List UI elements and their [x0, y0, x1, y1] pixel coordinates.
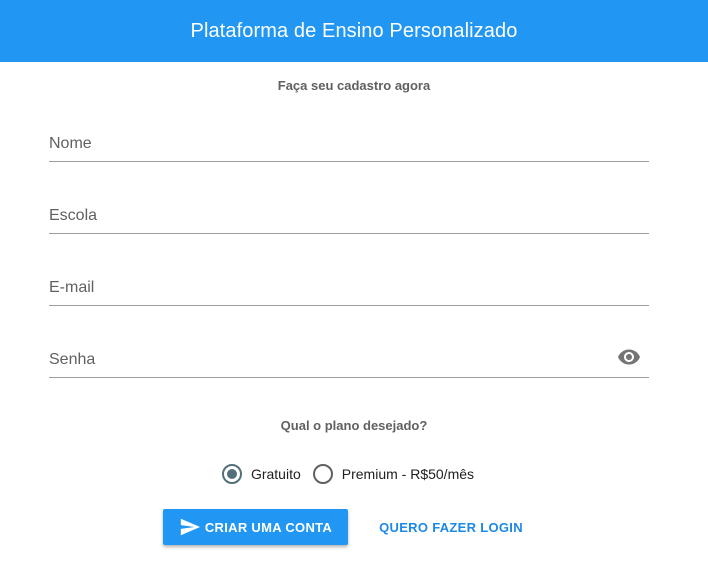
- plan-radio-group: Gratuito Premium - R$50/mês: [0, 464, 708, 484]
- password-field: [49, 338, 649, 378]
- school-input[interactable]: [49, 205, 649, 227]
- plan-option-label: Gratuito: [250, 466, 301, 482]
- email-input[interactable]: [49, 277, 649, 299]
- radio-unchecked-icon[interactable]: [312, 464, 333, 484]
- school-field: [49, 194, 649, 234]
- radio-checked-icon[interactable]: [221, 464, 242, 484]
- password-input[interactable]: [49, 349, 649, 371]
- plan-option-free[interactable]: Gratuito: [221, 464, 301, 484]
- name-input[interactable]: [49, 133, 649, 155]
- app-bar: Plataforma de Ensino Personalizado: [0, 0, 708, 62]
- create-account-button[interactable]: CRIAR UMA CONTA: [163, 509, 348, 545]
- plan-option-premium[interactable]: Premium - R$50/mês: [312, 464, 475, 484]
- email-field: [49, 266, 649, 306]
- login-button[interactable]: QUERO FAZER LOGIN: [371, 509, 531, 545]
- login-label: QUERO FAZER LOGIN: [379, 519, 523, 535]
- name-field: [49, 122, 649, 162]
- plan-option-label: Premium - R$50/mês: [341, 466, 475, 482]
- plan-question: Qual o plano desejado?: [280, 418, 428, 433]
- app-title: Plataforma de Ensino Personalizado: [190, 19, 518, 42]
- create-account-label: CRIAR UMA CONTA: [204, 519, 333, 535]
- send-icon: [180, 518, 200, 536]
- eye-icon[interactable]: [617, 345, 641, 369]
- form-subtitle: Faça seu cadastro agora: [277, 78, 431, 93]
